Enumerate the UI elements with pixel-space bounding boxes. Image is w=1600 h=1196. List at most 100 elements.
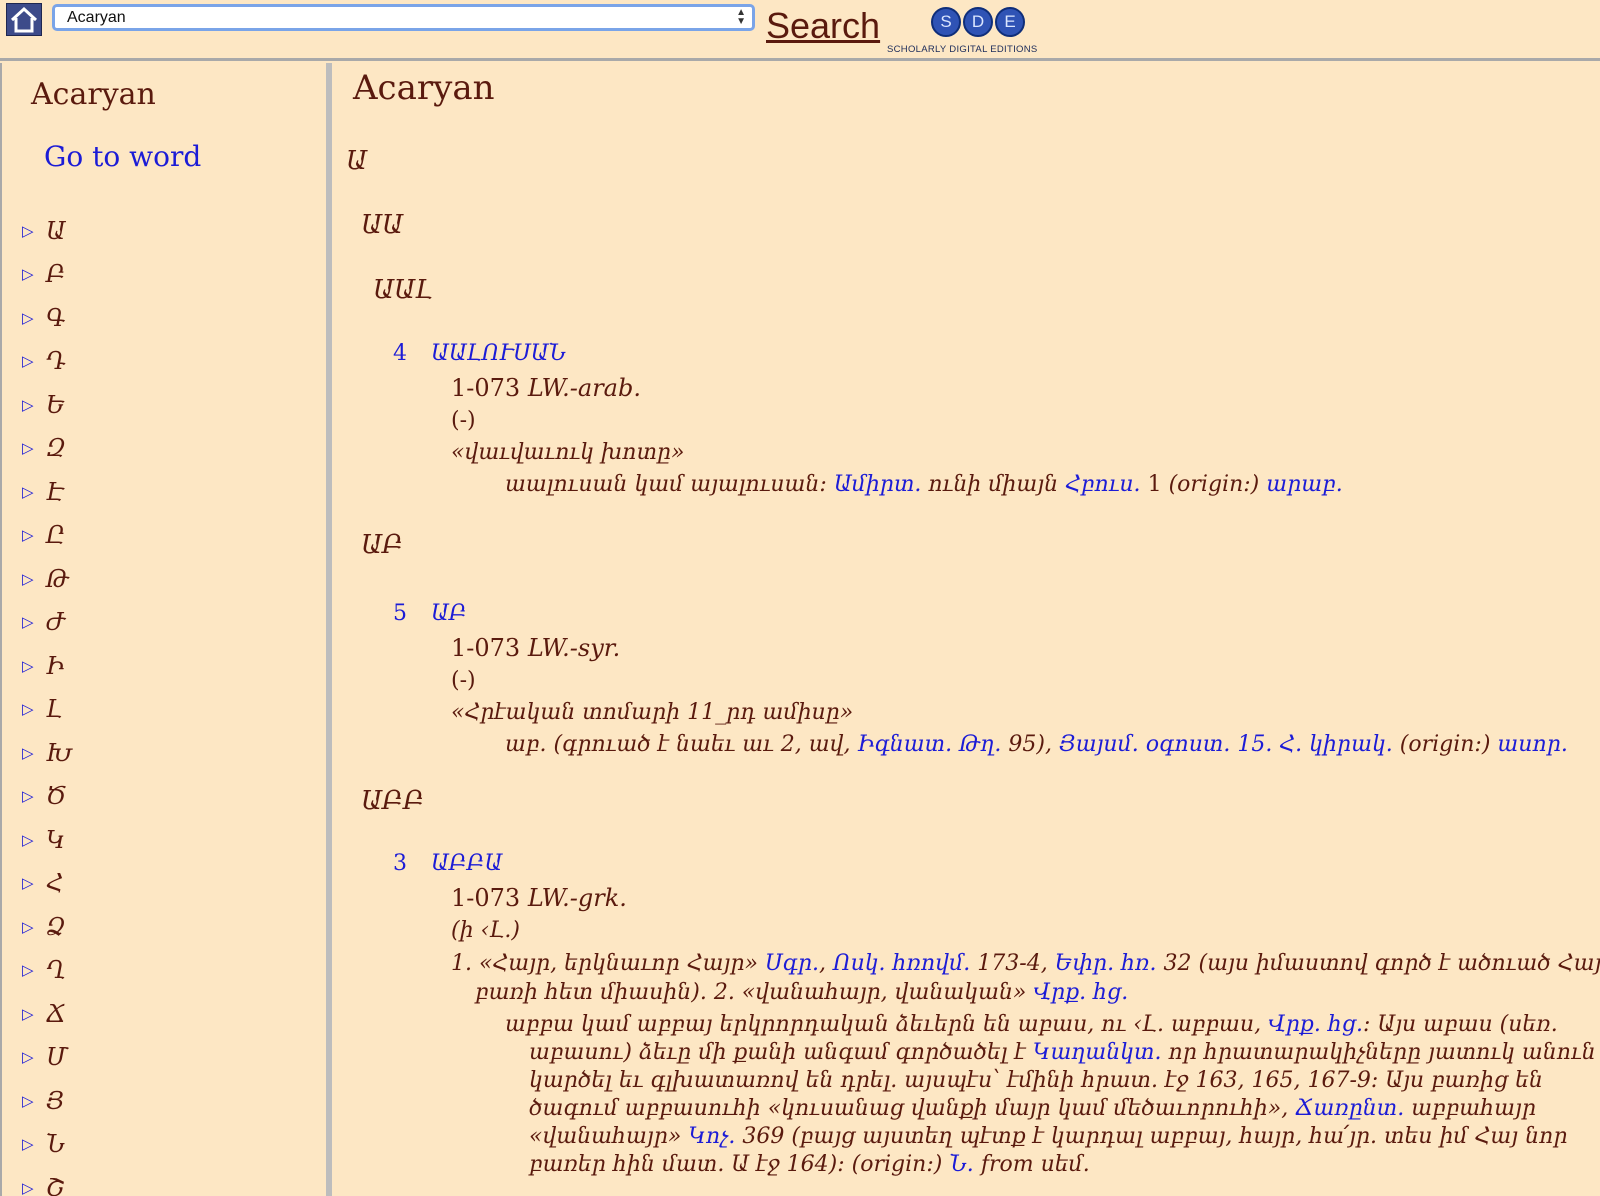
body-text: «վանահայր» [529,1124,682,1149]
letter-item[interactable]: ▷ Դ [22,340,72,384]
paragraph-line: աբասու) ձեւը մի քանի անգամ գործածել է Կա… [529,1040,1600,1065]
section-heading: ԱԲԲ [361,786,425,816]
letter-item[interactable]: ▷ Զ [22,427,72,471]
letter-item[interactable]: ▷ Է [22,470,72,514]
entry-gloss: «Հրէական տոմարի 11_րդ ամիսը» [451,700,854,725]
expand-triangle-icon[interactable]: ▷ [22,657,46,675]
expand-triangle-icon[interactable]: ▷ [22,874,46,892]
headword-link[interactable]: ԱԱԼՈՒՍԱՆ [431,341,566,366]
expand-triangle-icon[interactable]: ▷ [22,613,46,631]
reference-link[interactable]: Վրք. հց. [1268,1012,1363,1037]
letter-item[interactable]: ▷ Յ [22,1079,72,1123]
expand-triangle-icon[interactable]: ▷ [22,439,46,457]
letter-item[interactable]: ▷ Խ [22,731,72,775]
section-heading: ԱԱ [361,210,404,240]
expand-triangle-icon[interactable]: ▷ [22,1092,46,1110]
entry-header: 3 ԱԲԲԱ [393,851,502,876]
expand-triangle-icon[interactable]: ▷ [22,918,46,936]
search-link[interactable]: Search [766,4,880,48]
expand-triangle-icon[interactable]: ▷ [22,1179,46,1196]
headword-link[interactable]: ԱԲ [431,601,467,626]
expand-triangle-icon[interactable]: ▷ [22,831,46,849]
body-text: աբբա կամ աբբայ երկրորդական ձեւերն են աբա… [505,1012,1262,1037]
body-text: աալուսան կամ այալուսան: [505,472,827,497]
letter-label: Ը [46,521,66,550]
expand-triangle-icon[interactable]: ▷ [22,309,46,327]
loanword-label: LW.-grk. [527,884,627,912]
letter-item[interactable]: ▷ Լ [22,688,72,732]
reference-link[interactable]: Վրք. հց. [1033,980,1128,1005]
go-to-word-link[interactable]: Go to word [44,140,201,173]
letter-label: Յ [46,1086,65,1115]
expand-triangle-icon[interactable]: ▷ [22,1005,46,1023]
expand-triangle-icon[interactable]: ▷ [22,961,46,979]
expand-triangle-icon[interactable]: ▷ [22,570,46,588]
letter-item[interactable]: ▷ Ղ [22,949,72,993]
sde-logo-subtitle: SCHOLARLY DIGITAL EDITIONS [887,44,1038,55]
reference-link[interactable]: արաբ. [1266,472,1343,497]
reference-link[interactable]: Ոսկ. հռովմ. [833,951,970,976]
body-text: աբբահայր [1411,1096,1536,1121]
reference-link[interactable]: Յայսմ. օգոստ. 15. Հ. կիրակ. [1059,732,1393,757]
letter-item[interactable]: ▷ Գ [22,296,72,340]
paragraph-line: բառեր հին մատ. Ա էջ 164): (origin:) Ն. f… [529,1152,1090,1177]
origin-label: (origin:) [1168,472,1260,497]
expand-triangle-icon[interactable]: ▷ [22,526,46,544]
home-button[interactable] [6,3,42,36]
body-text: բառեր հին մատ. Ա էջ 164): [529,1152,845,1177]
body-text: 95), [1008,732,1052,757]
reference-link[interactable]: Ճառընտ. [1295,1096,1404,1121]
letter-item[interactable]: ▷ Շ [22,1166,72,1196]
body-text: աբ. (գրուած է նաեւ աւ 2, ավ, [505,732,851,757]
reference-link[interactable]: Հբուս. [1065,472,1141,497]
loanword-label: LW.-syr. [527,634,621,662]
expand-triangle-icon[interactable]: ▷ [22,700,46,718]
expand-triangle-icon[interactable]: ▷ [22,222,46,240]
letter-item[interactable]: ▷ Ճ [22,992,72,1036]
expand-triangle-icon[interactable]: ▷ [22,1135,46,1153]
expand-triangle-icon[interactable]: ▷ [22,483,46,501]
letter-item[interactable]: ▷ Ժ [22,601,72,645]
expand-triangle-icon[interactable]: ▷ [22,352,46,370]
letter-item[interactable]: ▷ Կ [22,818,72,862]
body-text: ծագում աբբասուհի «կուսանաց վանքի մայր կա… [529,1096,1289,1121]
expand-triangle-icon[interactable]: ▷ [22,744,46,762]
letter-item[interactable]: ▷ Ձ [22,905,72,949]
edition-select-value: Acaryan [67,9,126,26]
letter-item[interactable]: ▷ Բ [22,253,72,297]
reference-link[interactable]: Եփր. հռ. [1055,951,1157,976]
letter-item[interactable]: ▷ Ը [22,514,72,558]
letter-label: Մ [46,1043,68,1072]
letter-item[interactable]: ▷ Հ [22,862,72,906]
letter-item[interactable]: ▷ Ի [22,644,72,688]
edition-select[interactable]: Acaryan ▲ ▼ [52,4,755,31]
letter-item[interactable]: ▷ Ե [22,383,72,427]
definition-line: բառի հետ միասին). 2. «վանահայր, վանական»… [475,980,1128,1005]
sidebar: Acaryan Go to word ▷ Ա ▷ Բ ▷ Գ ▷ Դ ▷ Ե ▷ Զ ▷ Է … [0,63,332,1196]
letter-item[interactable]: ▷ Ծ [22,775,72,819]
expand-triangle-icon[interactable]: ▷ [22,1048,46,1066]
section-heading: Ա [346,146,368,176]
reference-link[interactable]: Ամիրտ. [834,472,922,497]
sde-logo[interactable]: S D E SCHOLARLY DIGITAL EDITIONS [887,7,1087,55]
reference-link[interactable]: Իգնատ. Թղ. [858,732,1002,757]
reference-link[interactable]: Ն. [949,1152,973,1177]
letter-item[interactable]: ▷ Ն [22,1123,72,1167]
reference-link[interactable]: ասոր. [1497,732,1567,757]
expand-triangle-icon[interactable]: ▷ [22,396,46,414]
reference-link[interactable]: Կաղանկտ. [1033,1040,1162,1065]
headword-link[interactable]: ԱԲԲԱ [431,851,502,876]
letter-item[interactable]: ▷ Ա [22,209,72,253]
expand-triangle-icon[interactable]: ▷ [22,787,46,805]
letter-item[interactable]: ▷ Թ [22,557,72,601]
sde-logo-letter: E [995,7,1025,37]
entry-paren: (ի ‹Լ.) [451,918,520,943]
letter-label: Թ [46,564,70,593]
expand-triangle-icon[interactable]: ▷ [22,265,46,283]
letter-item[interactable]: ▷ Մ [22,1036,72,1080]
letter-label: Ն [46,1130,66,1159]
reference-link[interactable]: Կոչ. [688,1124,735,1149]
reference-link[interactable]: Սգր. [765,951,819,976]
body-text: աբասու) ձեւը մի քանի անգամ գործածել է [529,1040,1026,1065]
main-content: Acaryan Ա ԱԱ ԱԱԼ 4 ԱԱԼՈՒՍԱՆ 1-073 LW.-ar… [332,63,1600,1196]
